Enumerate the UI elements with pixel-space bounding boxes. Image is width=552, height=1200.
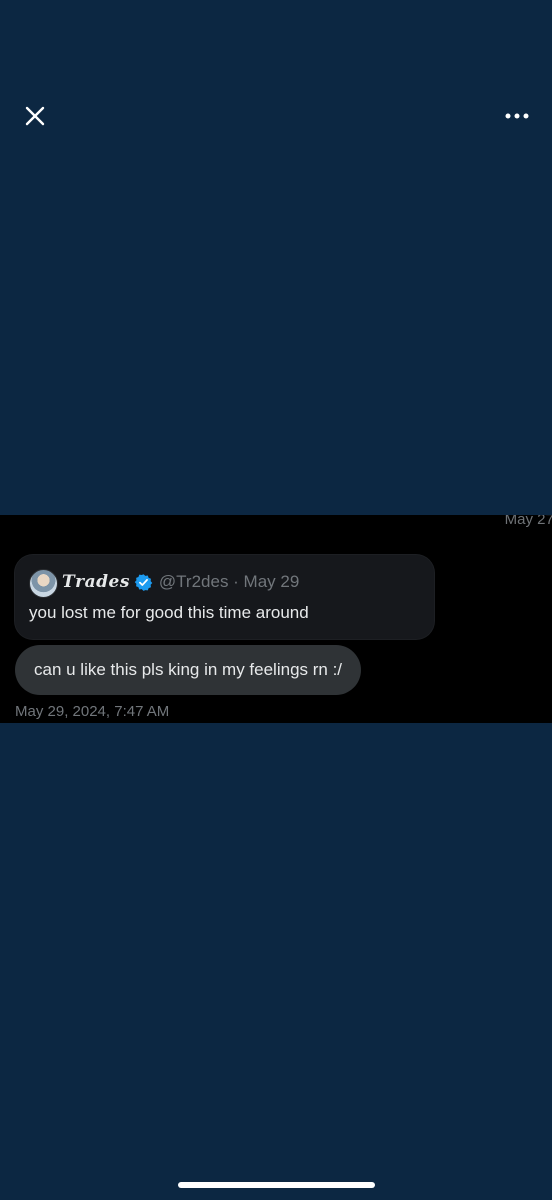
home-indicator[interactable] xyxy=(178,1182,375,1188)
verified-badge-icon xyxy=(134,573,153,591)
message-text: can u like this pls king in my feelings … xyxy=(34,660,343,679)
quoted-handle-date: @Tr2des · May 29 xyxy=(158,572,300,591)
quoted-display-name: 𝑻𝒓𝒂𝒅𝒆𝒔 xyxy=(62,572,130,592)
cut-off-date: May 27, xyxy=(504,515,552,528)
close-icon xyxy=(25,106,45,126)
media-viewer: May 27, 𝑻𝒓𝒂𝒅𝒆𝒔 @Tr2des · May 29 you lost… xyxy=(0,0,552,1200)
more-options-button[interactable] xyxy=(500,104,534,128)
avatar xyxy=(29,569,58,598)
quoted-post-header: 𝑻𝒓𝒂𝒅𝒆𝒔 @Tr2des · May 29 xyxy=(62,572,299,592)
more-options-icon xyxy=(505,113,529,119)
message-bubble: can u like this pls king in my feelings … xyxy=(15,645,362,695)
quoted-post-text: you lost me for good this time around xyxy=(29,603,309,622)
close-button[interactable] xyxy=(18,99,52,133)
quoted-post: 𝑻𝒓𝒂𝒅𝒆𝒔 @Tr2des · May 29 you lost me for … xyxy=(15,555,434,639)
message-timestamp: May 29, 2024, 7:47 AM xyxy=(15,703,170,720)
